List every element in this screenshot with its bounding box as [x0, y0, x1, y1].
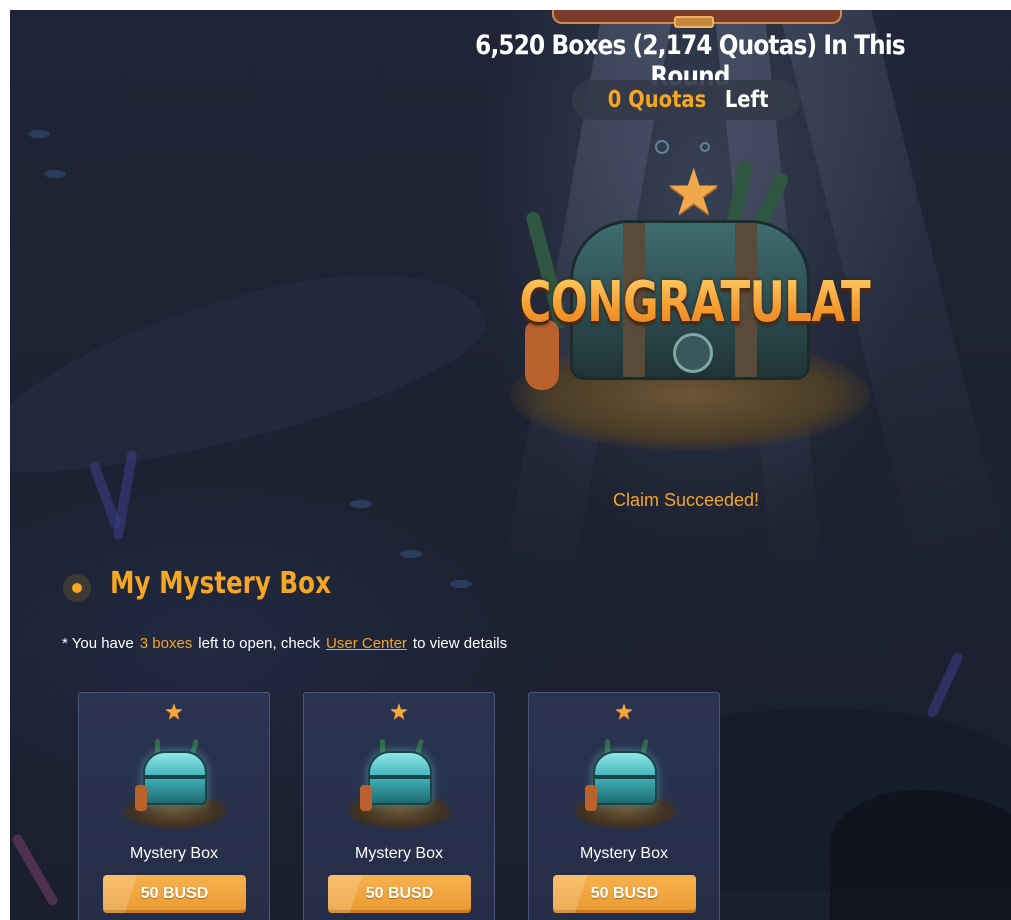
background-fish [450, 580, 472, 588]
quota-remaining-badge: 0 Quotas Left [572, 80, 800, 120]
box-count: 3 boxes [139, 635, 193, 652]
background-rock [830, 790, 1011, 920]
mystery-box-name: Mystery Box [129, 845, 218, 862]
quota-suffix: Left [725, 87, 769, 113]
background-whale-silhouette [10, 239, 500, 501]
background-fish [400, 550, 422, 558]
mystery-box-card: ★ Mystery Box 50 BUSD [78, 692, 270, 920]
boxes-left-info: * You have 3 boxes left to open, check User… [62, 635, 507, 652]
star-icon: ★ [665, 156, 723, 228]
treasure-chest-icon [348, 737, 452, 829]
background-coral [10, 832, 60, 908]
section-bullet-icon [63, 574, 91, 602]
chest-lock [673, 333, 713, 373]
buy-price-button[interactable]: 50 BUSD [328, 875, 471, 913]
quota-value: 0 Quotas [608, 87, 707, 113]
buy-price-button[interactable]: 50 BUSD [553, 875, 696, 913]
background-fish [28, 130, 50, 138]
mystery-box-list: ★ Mystery Box 50 BUSD ★ Mystery Box 50 B… [78, 692, 720, 920]
star-icon: ★ [164, 699, 184, 724]
background-fish [44, 170, 66, 178]
mystery-box-name: Mystery Box [579, 845, 668, 862]
treasure-chest-icon [573, 737, 677, 829]
background-coral [112, 449, 138, 541]
info-prefix: * You have [62, 635, 134, 652]
mystery-box-card: ★ Mystery Box 50 BUSD [303, 692, 495, 920]
mystery-box-card: ★ Mystery Box 50 BUSD [528, 692, 720, 920]
top-banner-clasp [674, 16, 714, 28]
mystery-box-name: Mystery Box [354, 845, 443, 862]
background-coral [925, 651, 965, 719]
bubble [655, 140, 669, 154]
background-fish [350, 500, 372, 508]
claim-status-message: Claim Succeeded! [612, 490, 760, 510]
info-middle: left to open, check [198, 635, 321, 652]
info-suffix: to view details [412, 635, 508, 652]
buy-price-button[interactable]: 50 BUSD [103, 875, 246, 913]
bubble [700, 142, 710, 152]
my-mystery-box-title: My Mystery Box [110, 566, 331, 601]
congratulations-heading: CONGRATULATIONS [519, 270, 989, 335]
star-icon: ★ [614, 699, 634, 724]
user-center-link[interactable]: User Center [326, 635, 407, 652]
treasure-chest-icon [123, 737, 227, 829]
star-icon: ★ [389, 699, 409, 724]
